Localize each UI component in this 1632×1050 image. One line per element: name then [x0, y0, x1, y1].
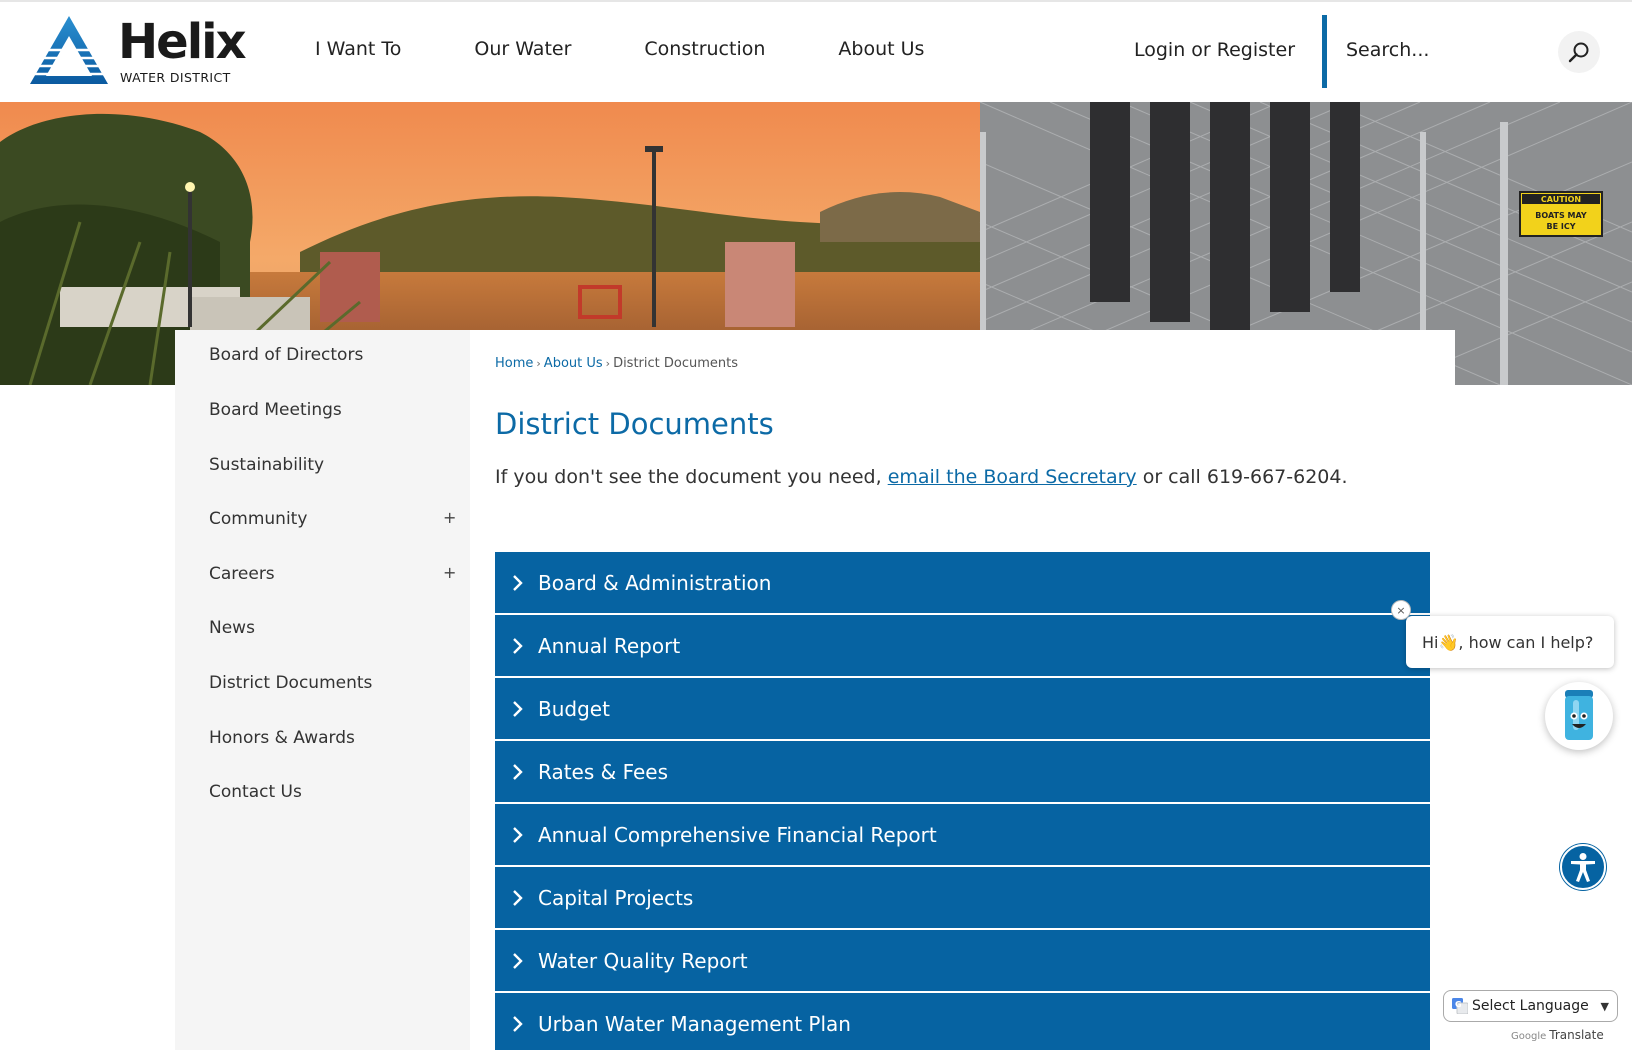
accessibility-icon — [1571, 853, 1595, 882]
accordion-rates-fees[interactable]: Rates & Fees — [495, 741, 1430, 804]
accordion-budget[interactable]: Budget — [495, 678, 1430, 741]
accordion-label: Urban Water Management Plan — [538, 1012, 851, 1036]
sidebar-item-board-meetings[interactable]: Board Meetings — [209, 400, 342, 420]
accordion-label: Capital Projects — [538, 886, 694, 910]
chevron-right-icon — [513, 890, 523, 906]
chevron-right-icon — [513, 827, 523, 843]
breadcrumb-home[interactable]: Home — [495, 356, 533, 371]
accordion-label: Budget — [538, 697, 610, 721]
accordion-urban-water-management-plan[interactable]: Urban Water Management Plan — [495, 993, 1430, 1050]
sign-line2-text: BOATS MAY — [1535, 211, 1587, 220]
select-language-label: Select Language — [1472, 998, 1589, 1014]
language-select[interactable]: G Select Language ▼ — [1443, 990, 1618, 1022]
main-nav: I Want To Our Water Construction About U… — [315, 38, 997, 60]
chevron-right-icon — [513, 953, 523, 969]
careers-expand-icon[interactable]: + — [443, 563, 456, 582]
sidebar-item-honors-awards[interactable]: Honors & Awards — [209, 728, 355, 748]
nav-i-want-to[interactable]: I Want To — [315, 38, 401, 60]
nav-about-us[interactable]: About Us — [838, 38, 924, 60]
powered-by-google-translate: Google Translate — [1511, 1028, 1604, 1042]
chevron-right-icon — [513, 638, 523, 654]
chat-greeting-bubble[interactable]: Hi 👋, how can I help? — [1406, 616, 1614, 668]
sidebar-item-board-of-directors[interactable]: Board of Directors — [209, 345, 363, 365]
accordion-water-quality-report[interactable]: Water Quality Report — [495, 930, 1430, 993]
header-divider — [1322, 15, 1327, 88]
sidebar-item-district-documents[interactable]: District Documents — [209, 673, 372, 693]
accordion-label: Water Quality Report — [538, 949, 748, 973]
helix-logo[interactable]: Helix WATER DISTRICT — [28, 14, 247, 90]
intro-text-before: If you don't see the document you need, — [495, 466, 888, 488]
login-register-link[interactable]: Login or Register — [1134, 39, 1295, 61]
accordion-board-administration[interactable]: Board & Administration — [495, 552, 1430, 615]
chevron-down-icon: ▼ — [1600, 1000, 1609, 1013]
chat-close-button[interactable]: × — [1391, 600, 1411, 620]
search-button[interactable] — [1558, 31, 1600, 73]
google-logo-text: Google — [1511, 1031, 1547, 1042]
search-input[interactable] — [1346, 30, 1546, 70]
nav-construction[interactable]: Construction — [644, 38, 765, 60]
breadcrumb-about-us[interactable]: About Us — [544, 356, 603, 371]
accordion-label: Annual Report — [538, 634, 681, 658]
sidebar-item-news[interactable]: News — [209, 618, 255, 638]
logo-name: Helix — [118, 14, 247, 70]
wave-icon: 👋 — [1438, 632, 1459, 652]
chat-greeting-after: , how can I help? — [1458, 632, 1594, 652]
svg-text:G: G — [1455, 1000, 1462, 1009]
sidebar-nav: Board of Directors Board Meetings Sustai… — [175, 330, 470, 1050]
translate-word[interactable]: Translate — [1549, 1028, 1604, 1042]
accordion-capital-projects[interactable]: Capital Projects — [495, 867, 1430, 930]
chevron-right-icon — [513, 764, 523, 780]
sign-line3-text: BE ICY — [1547, 222, 1576, 231]
chevron-right-icon — [513, 575, 523, 591]
chat-bot-button[interactable] — [1545, 682, 1613, 750]
helix-logo-icon — [30, 16, 108, 84]
sidebar-item-contact-us[interactable]: Contact Us — [209, 782, 302, 802]
accordion-annual-comprehensive-financial-report[interactable]: Annual Comprehensive Financial Report — [495, 804, 1430, 867]
community-expand-icon[interactable]: + — [443, 508, 456, 527]
search-icon — [1568, 42, 1589, 63]
sidebar-item-careers[interactable]: Careers — [209, 564, 275, 584]
breadcrumb: Home › About Us › District Documents — [495, 356, 738, 371]
site-header: Helix WATER DISTRICT I Want To Our Water… — [0, 0, 1632, 102]
logo-subtitle: WATER DISTRICT — [120, 70, 231, 85]
google-translate-icon: G — [1452, 998, 1468, 1014]
chevron-right-icon — [513, 1016, 523, 1032]
accordion-label: Rates & Fees — [538, 760, 669, 784]
email-board-secretary-link[interactable]: email the Board Secretary — [888, 466, 1137, 488]
nav-our-water[interactable]: Our Water — [474, 38, 571, 60]
intro-text: If you don't see the document you need, … — [495, 466, 1348, 488]
breadcrumb-separator: › — [605, 357, 611, 370]
accessibility-button[interactable] — [1560, 844, 1606, 890]
accordion-label: Board & Administration — [538, 571, 772, 595]
accordion-label: Annual Comprehensive Financial Report — [538, 823, 937, 847]
sidebar-item-sustainability[interactable]: Sustainability — [209, 455, 324, 475]
documents-accordion: Board & Administration Annual Report Bud… — [495, 552, 1430, 1050]
intro-text-after: or call 619-667-6204. — [1136, 466, 1348, 488]
breadcrumb-current: District Documents — [613, 356, 739, 371]
breadcrumb-separator: › — [536, 357, 541, 370]
sidebar-item-community[interactable]: Community — [209, 509, 307, 529]
accordion-annual-report[interactable]: Annual Report — [495, 615, 1430, 678]
page-title: District Documents — [495, 407, 774, 441]
sign-caution-text: CAUTION — [1541, 195, 1581, 204]
chat-greeting-before: Hi — [1422, 632, 1439, 652]
chatbot-mascot-icon — [1565, 690, 1593, 740]
chevron-right-icon — [513, 701, 523, 717]
